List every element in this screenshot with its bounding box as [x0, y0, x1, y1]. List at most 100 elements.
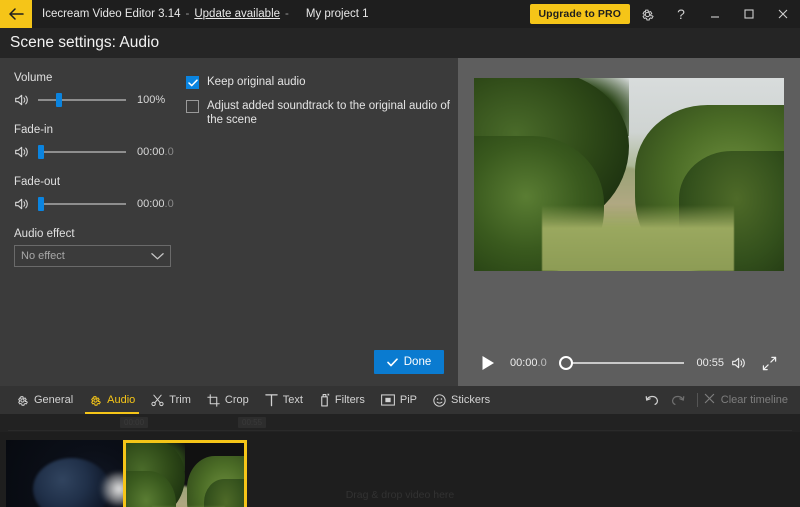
tab-pip[interactable]: PiP	[373, 386, 425, 414]
undo-button[interactable]	[639, 386, 665, 414]
player-volume-button[interactable]	[724, 356, 754, 370]
tab-general-label: General	[34, 394, 74, 406]
seek-bar[interactable]	[558, 353, 685, 373]
seek-bar-thumb[interactable]	[558, 356, 573, 370]
app-name: Icecream Video Editor 3.14	[42, 8, 181, 20]
title-separator-2: -	[285, 8, 289, 20]
crop-icon	[207, 393, 220, 407]
minimize-icon	[711, 16, 719, 18]
back-button[interactable]	[0, 0, 32, 28]
close-icon	[778, 9, 788, 19]
fade-in-slider-track	[38, 151, 126, 153]
fade-out-slider-track	[38, 203, 126, 205]
fade-in-slider[interactable]	[38, 141, 126, 163]
video-preview-frame[interactable]	[474, 78, 784, 271]
tab-stickers[interactable]: Stickers	[425, 386, 498, 414]
fullscreen-button[interactable]	[754, 356, 784, 371]
fade-out-slider[interactable]	[38, 193, 126, 215]
close-button[interactable]	[766, 0, 800, 28]
adjust-soundtrack-checkbox-row[interactable]: Adjust added soundtrack to the original …	[186, 99, 451, 127]
maximize-button[interactable]	[732, 0, 766, 28]
done-button-label: Done	[403, 356, 432, 368]
adjust-soundtrack-checkbox[interactable]	[186, 100, 199, 113]
audio-effect-select[interactable]: No effect	[14, 245, 171, 267]
tab-general[interactable]: General	[8, 386, 81, 414]
tab-filters[interactable]: Filters	[311, 386, 373, 414]
total-time: 00:55	[696, 357, 724, 369]
adjust-soundtrack-label: Adjust added soundtrack to the original …	[207, 100, 450, 126]
timeline-panel[interactable]: 00:00 00:55 01:13	[0, 414, 800, 507]
play-icon	[482, 356, 494, 370]
volume-slider-track	[38, 99, 126, 101]
fullscreen-icon	[762, 356, 776, 370]
fade-out-slider-row: 00:00.0	[14, 193, 179, 215]
help-button[interactable]: ?	[664, 0, 698, 28]
arrow-left-icon	[8, 8, 24, 20]
minimize-button[interactable]	[698, 0, 732, 28]
redo-arrow-icon	[671, 395, 685, 405]
timeline-ruler-line	[8, 430, 792, 431]
keep-original-audio-checkbox[interactable]	[186, 76, 199, 89]
tab-stickers-label: Stickers	[450, 394, 491, 406]
upgrade-to-pro-button[interactable]: Upgrade to PRO	[529, 4, 630, 24]
pip-icon	[380, 394, 395, 406]
scene-settings-header: Scene settings: Audio	[0, 28, 800, 58]
volume-value: 100%	[137, 94, 166, 106]
fade-in-value: 00:00.0	[137, 146, 174, 158]
done-button[interactable]: Done	[374, 350, 444, 374]
speaker-icon	[14, 145, 36, 159]
gear-icon	[89, 394, 102, 407]
editor-toolbar: General Audio Trim Crop Text Filters PiP…	[0, 386, 800, 414]
page-title: Scene settings: Audio	[10, 34, 160, 51]
clear-timeline-button[interactable]: Clear timeline	[704, 393, 792, 407]
volume-slider[interactable]	[38, 89, 126, 111]
tab-trim-label: Trim	[169, 394, 191, 406]
keep-original-audio-label: Keep original audio	[207, 76, 306, 88]
audio-effect-label: Audio effect	[14, 228, 75, 240]
seek-bar-track	[567, 362, 685, 364]
redo-button[interactable]	[665, 386, 691, 414]
tab-pip-label: PiP	[399, 394, 417, 406]
fade-out-label: Fade-out	[14, 176, 61, 188]
audio-checkbox-column: Keep original audio Adjust added soundtr…	[186, 75, 451, 137]
volume-label: Volume	[14, 72, 53, 84]
update-available-link[interactable]: Update available	[194, 8, 280, 20]
volume-slider-thumb[interactable]	[56, 93, 63, 107]
drop-hint-text: Drag & drop video here	[345, 489, 455, 501]
titlebar-right-group: Upgrade to PRO ?	[529, 0, 800, 28]
volume-slider-row: 100%	[14, 89, 179, 111]
audio-effect-selected-value: No effect	[21, 250, 65, 262]
audio-settings-panel: Volume 100% Fade-in 00:00.0 Fade-out 00:…	[0, 58, 458, 386]
clear-timeline-label: Clear timeline	[720, 394, 788, 406]
keep-original-audio-checkbox-row[interactable]: Keep original audio	[186, 75, 451, 89]
tab-text[interactable]: Text	[257, 386, 311, 414]
text-t-icon	[264, 393, 278, 407]
tab-audio-label: Audio	[107, 394, 136, 406]
tab-audio[interactable]: Audio	[81, 386, 143, 414]
gear-icon	[642, 9, 654, 20]
fade-out-value: 00:00.0	[137, 198, 174, 210]
fade-out-slider-thumb[interactable]	[38, 197, 44, 211]
tab-crop[interactable]: Crop	[199, 386, 257, 414]
fade-in-slider-row: 00:00.0	[14, 141, 179, 163]
sticker-icon	[433, 393, 446, 407]
tab-trim[interactable]: Trim	[143, 386, 199, 414]
speaker-icon	[14, 93, 36, 107]
check-icon	[386, 357, 398, 366]
tab-filters-label: Filters	[334, 394, 365, 406]
timeline-clips: 01:13 00:55	[0, 434, 800, 507]
maximize-icon	[744, 9, 754, 19]
tab-text-label: Text	[282, 394, 303, 406]
play-button[interactable]	[474, 355, 502, 371]
fade-in-slider-thumb[interactable]	[38, 145, 44, 159]
chevron-down-icon	[151, 252, 164, 261]
preview-grass	[542, 205, 735, 271]
undo-arrow-icon	[645, 395, 658, 405]
svg-text:?: ?	[677, 6, 685, 22]
settings-button[interactable]	[630, 0, 664, 28]
gear-icon	[16, 394, 29, 407]
speaker-icon	[14, 197, 36, 211]
timeline-ruler[interactable]: 00:00 00:55	[0, 414, 800, 432]
fade-in-label: Fade-in	[14, 124, 53, 136]
audio-controls-column: Volume 100% Fade-in 00:00.0 Fade-out 00:…	[14, 72, 179, 267]
